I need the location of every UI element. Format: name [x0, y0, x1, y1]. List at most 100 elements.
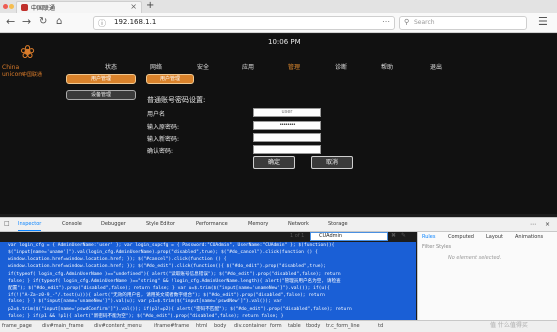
confirm-password-field[interactable] [253, 145, 321, 154]
code-line[interactable]: if(!("A-Za-z0-9_-"/.test(u))){ alert("无效… [8, 292, 325, 298]
breadcrumb-item[interactable]: html [196, 323, 207, 329]
menu-status[interactable]: 状态 [105, 62, 117, 71]
menu-manage[interactable]: 管理 [288, 62, 300, 71]
navigation-bar: ← → ↻ ⌂ ⓘ 192.168.1.1 ⋯ ⚲ Search ☰ [0, 13, 557, 33]
logo-text-en2: unicom [2, 71, 25, 78]
code-line[interactable]: window.location.href=window.location.hre… [8, 264, 326, 269]
breadcrumb-item[interactable]: tr.c_form_line [326, 323, 360, 329]
new-tab-icon[interactable]: + [146, 0, 154, 11]
find-clear-icon[interactable]: ✖ [391, 232, 396, 239]
logo-text-cn: 中国联通 [22, 72, 43, 78]
rules-sidebar: Rules Computed Layout Animations Filter … [417, 232, 557, 320]
code-line[interactable]: window.location.href=window.location.hre… [8, 257, 227, 262]
code-line[interactable]: p2=$.trim($("input[name='pswdConfirm']")… [8, 306, 352, 312]
element-picker-icon[interactable]: □ [4, 220, 10, 227]
user-management-tab[interactable]: 用户管理 [146, 74, 194, 84]
breadcrumb-item[interactable]: table [288, 323, 301, 329]
markup-view: var login_cfg = { AdminUserName:'user' }… [0, 242, 416, 320]
code-line[interactable]: var login_cfg = { AdminUserName:'user' }… [8, 243, 334, 248]
back-icon[interactable]: ← [6, 15, 15, 29]
devtools-toolbar: □ Inspector Console Debugger Style Edito… [0, 217, 557, 232]
username-field[interactable]: user [253, 108, 321, 117]
code-line[interactable]: false; } if(typeof( login_cfg.AdminUserN… [8, 278, 341, 284]
unicom-knot-icon: ❀ [20, 42, 36, 63]
tab-network[interactable]: Network [288, 221, 309, 227]
menu-logout[interactable]: 退出 [430, 62, 442, 71]
tab-computed[interactable]: Computed [448, 234, 474, 240]
form-title: 普通账号密码设置: [147, 96, 206, 104]
menu-diagnose[interactable]: 诊断 [335, 62, 347, 71]
code-line[interactable]: false; } if(p1 && !p1){ alert("新密码不能为空")… [8, 313, 284, 319]
new-password-label: 输入新密码: [147, 136, 180, 143]
filter-styles-input[interactable]: Filter Styles [422, 244, 451, 250]
tab-storage[interactable]: Storage [328, 221, 348, 227]
menu-security[interactable]: 安全 [197, 62, 209, 71]
address-bar[interactable]: ⓘ 192.168.1.1 ⋯ [93, 16, 395, 30]
old-password-label: 输入原密码: [147, 124, 180, 131]
tab-layout[interactable]: Layout [486, 234, 503, 240]
tab-console[interactable]: Console [62, 221, 82, 227]
find-input[interactable]: CUAdmin [310, 232, 388, 241]
menu-network[interactable]: 网络 [150, 62, 162, 71]
confirm-password-label: 确认密码: [147, 148, 174, 155]
find-in-page: 1 of 1 CUAdmin ✖ ✎ [290, 232, 410, 242]
browser-tab-bar: 中国联通 × + [0, 0, 557, 13]
reload-icon[interactable]: ↻ [39, 15, 47, 29]
minimize-window-icon[interactable] [9, 4, 14, 9]
eyedropper-icon[interactable]: ✎ [401, 232, 406, 239]
tab-rules[interactable]: Rules [422, 234, 436, 240]
username-label: 用户名 [147, 111, 166, 118]
hamburger-menu-icon[interactable]: ☰ [538, 15, 548, 28]
breadcrumb-item[interactable]: div.container [234, 323, 266, 329]
clock: 10:06 PM [268, 38, 301, 46]
tab-debugger[interactable]: Debugger [101, 221, 126, 227]
old-password-field[interactable]: •••••••• [253, 121, 321, 130]
home-icon[interactable]: ⌂ [56, 15, 62, 29]
info-icon[interactable]: ⓘ [98, 18, 106, 29]
search-placeholder: Search [414, 19, 435, 26]
breadcrumb: frame_page div#main_frame div#content_me… [0, 320, 557, 332]
menu-apps[interactable]: 应用 [242, 62, 254, 71]
router-admin-page: ❀ China unicom 中国联通 10:06 PM 状态 网络 安全 应用… [0, 34, 557, 214]
tab-style-editor[interactable]: Style Editor [146, 221, 175, 227]
breadcrumb-item[interactable]: iframe#frame [154, 323, 189, 329]
tab-animations[interactable]: Animations [515, 234, 543, 240]
code-line[interactable]: 配置"); $("#do_edit").prop("disabled",fals… [8, 285, 330, 291]
watermark: 值 什么值得买 [490, 322, 528, 329]
find-query: CUAdmin [319, 233, 343, 239]
code-line[interactable]: if(typeof( login_cfg.AdminUserName )=="u… [8, 271, 341, 277]
devtools-close-icon[interactable]: × [545, 221, 550, 228]
breadcrumb-item[interactable]: form [270, 323, 282, 329]
breadcrumb-item[interactable]: div#main_frame [42, 323, 84, 329]
breadcrumb-item[interactable]: body [214, 323, 226, 329]
breadcrumb-item[interactable]: div#content_menu [94, 323, 142, 329]
cancel-button[interactable]: 取消 [311, 156, 353, 169]
search-box[interactable]: ⚲ Search [399, 16, 527, 30]
devtools-options-icon[interactable]: ⋯ [530, 221, 536, 228]
forward-icon[interactable]: → [22, 15, 31, 29]
no-element-message: No element selected. [448, 255, 502, 261]
browser-tab[interactable]: 中国联通 × [16, 1, 142, 13]
breadcrumb-item[interactable]: td [378, 323, 383, 329]
close-window-icon[interactable] [3, 4, 8, 9]
user-management-button[interactable]: 用户管理 [66, 74, 136, 84]
url-text: 192.168.1.1 [114, 18, 157, 26]
close-tab-icon[interactable]: × [130, 2, 137, 11]
ok-button[interactable]: 确定 [253, 156, 295, 169]
search-icon: ⚲ [404, 18, 410, 26]
breadcrumb-item[interactable]: tbody [306, 323, 320, 329]
tab-inspector[interactable]: Inspector [18, 221, 42, 231]
tab-performance[interactable]: Performance [196, 221, 228, 227]
main-menu: 状态 网络 安全 应用 管理 诊断 帮助 退出 [92, 62, 462, 74]
device-management-button[interactable]: 设备管理 [66, 90, 136, 100]
find-count: 1 of 1 [290, 233, 305, 239]
page-actions-icon[interactable]: ⋯ [382, 17, 390, 26]
code-line[interactable]: false; } } $("input[name='unameNew']").v… [8, 299, 282, 304]
tab-memory[interactable]: Memory [248, 221, 268, 227]
code-line[interactable]: $("input[name='uname']").val(login_cfg.A… [8, 250, 318, 255]
new-password-field[interactable] [253, 133, 321, 142]
menu-help[interactable]: 帮助 [381, 62, 393, 71]
breadcrumb-item[interactable]: frame_page [2, 323, 32, 329]
unicom-logo: ❀ China unicom 中国联通 [2, 42, 52, 84]
favicon-icon [21, 4, 28, 11]
